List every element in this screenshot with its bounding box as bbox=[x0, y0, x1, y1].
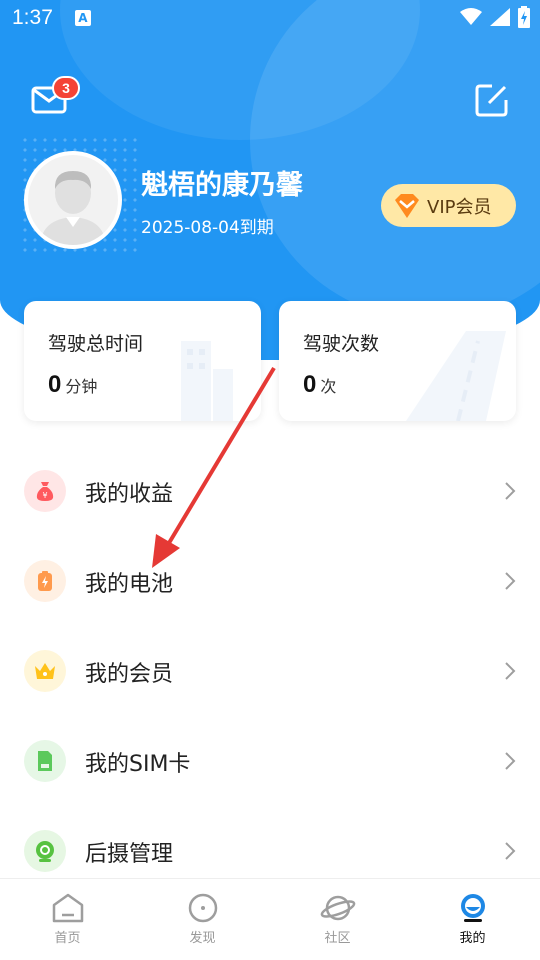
stat-unit: 次 bbox=[320, 377, 337, 396]
tab-label: 首页 bbox=[54, 931, 81, 946]
diamond-icon bbox=[395, 193, 419, 218]
chevron-right-icon bbox=[505, 842, 516, 860]
battery-icon bbox=[24, 560, 66, 602]
battery-status-icon bbox=[518, 6, 530, 28]
chevron-right-icon bbox=[505, 752, 516, 770]
tab-community[interactable]: 社区 bbox=[270, 879, 405, 960]
chevron-right-icon bbox=[505, 482, 516, 500]
chevron-right-icon bbox=[505, 572, 516, 590]
mail-badge: 3 bbox=[52, 76, 80, 100]
menu-item-label: 我的收益 bbox=[85, 482, 174, 507]
menu-item-membership[interactable]: 我的会员 bbox=[0, 626, 540, 716]
menu-list: ¥ 我的收益 我的电池 我的会员 我的SIM卡 后摄管理 bbox=[0, 446, 540, 896]
menu-item-label: 我的会员 bbox=[85, 662, 174, 687]
username: 魁梧的康乃馨 bbox=[141, 170, 303, 201]
tab-home[interactable]: 首页 bbox=[0, 879, 135, 960]
menu-item-label: 我的SIM卡 bbox=[85, 752, 191, 777]
status-bar: 1:37 A bbox=[0, 0, 540, 36]
rear-camera-icon bbox=[24, 830, 66, 872]
svg-text:¥: ¥ bbox=[42, 491, 47, 500]
building-decoration bbox=[181, 341, 233, 421]
stat-unit: 分钟 bbox=[65, 377, 98, 396]
tab-mine[interactable]: 我的 bbox=[405, 879, 540, 960]
default-avatar-icon bbox=[28, 155, 118, 245]
vip-label: VIP会员 bbox=[427, 196, 492, 218]
chevron-right-icon bbox=[505, 662, 516, 680]
stat-card-drive-time[interactable]: 驾驶总时间 0 分钟 bbox=[24, 301, 261, 421]
tab-discover[interactable]: 发现 bbox=[135, 879, 270, 960]
menu-item-sim-card[interactable]: 我的SIM卡 bbox=[0, 716, 540, 806]
tab-label: 发现 bbox=[189, 931, 216, 946]
avatar[interactable] bbox=[24, 151, 122, 249]
tab-label: 社区 bbox=[324, 931, 351, 946]
profile-icon bbox=[460, 894, 485, 922]
menu-item-label: 后摄管理 bbox=[85, 842, 174, 867]
stat-card-drive-count[interactable]: 驾驶次数 0次 bbox=[279, 301, 516, 421]
sim-card-icon bbox=[24, 740, 66, 782]
crown-icon bbox=[24, 650, 66, 692]
stat-value: 0 bbox=[303, 371, 317, 398]
signal-icon bbox=[490, 8, 510, 26]
menu-item-battery[interactable]: 我的电池 bbox=[0, 536, 540, 626]
tab-label: 我的 bbox=[459, 931, 486, 946]
discover-icon bbox=[188, 893, 217, 923]
road-decoration bbox=[406, 331, 506, 421]
wifi-icon bbox=[460, 8, 482, 25]
edit-profile-button[interactable] bbox=[472, 80, 512, 120]
vip-member-button[interactable]: VIP会员 bbox=[381, 184, 516, 227]
stat-title: 驾驶总时间 bbox=[48, 333, 144, 355]
money-bag-icon: ¥ bbox=[24, 470, 66, 512]
notification-icon: A bbox=[74, 10, 91, 26]
menu-item-label: 我的电池 bbox=[85, 572, 174, 597]
vip-expiry-date: 2025-08-04到期 bbox=[141, 218, 274, 238]
stat-value: 0 bbox=[48, 371, 62, 398]
edit-icon bbox=[475, 84, 508, 117]
bottom-tab-bar: 首页 发现 社区 我的 bbox=[0, 878, 540, 960]
status-time: 1:37 bbox=[12, 6, 53, 29]
stat-title: 驾驶次数 bbox=[303, 333, 380, 355]
planet-icon bbox=[320, 895, 355, 921]
menu-item-earnings[interactable]: ¥ 我的收益 bbox=[0, 446, 540, 536]
home-icon bbox=[52, 893, 83, 923]
